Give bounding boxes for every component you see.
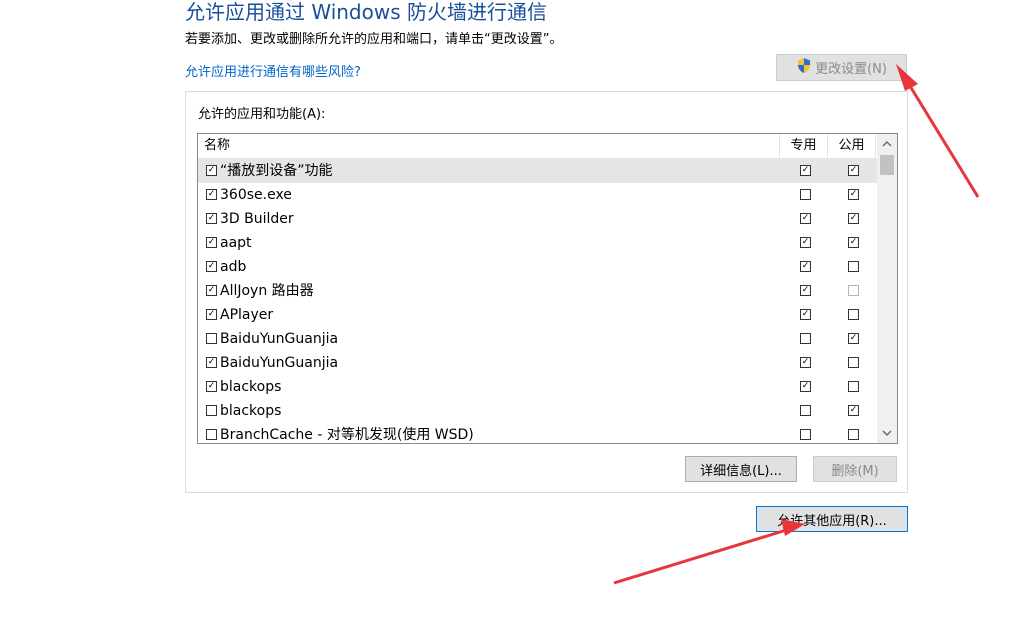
annotation-arrows (613, 64, 980, 585)
arrow-annotation-top (896, 64, 980, 198)
arrow-annotation-bottom (613, 519, 805, 585)
